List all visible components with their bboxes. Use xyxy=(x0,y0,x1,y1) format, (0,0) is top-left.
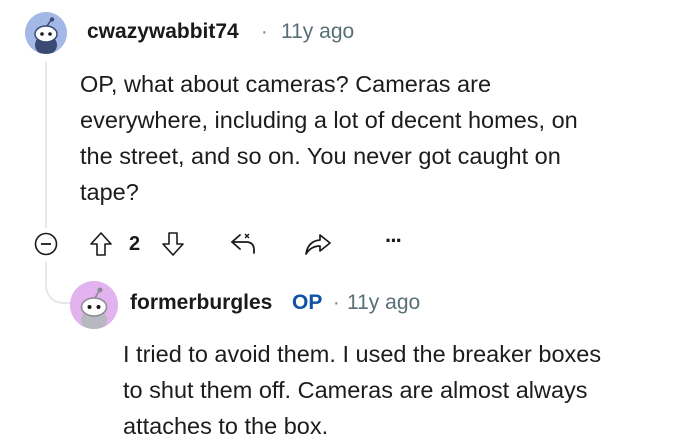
comment-timestamp: 11y ago xyxy=(281,20,355,43)
snoo-avatar-icon xyxy=(70,281,118,329)
share-button[interactable] xyxy=(303,230,333,258)
more-options-button[interactable]: ··· xyxy=(385,228,403,254)
upvote-button[interactable] xyxy=(88,230,114,258)
reply-button[interactable] xyxy=(228,230,258,258)
meta-separator: · xyxy=(261,21,268,43)
reply-arrow-icon xyxy=(231,233,255,254)
op-badge: OP xyxy=(292,291,323,314)
comment-line: everywhere, including a lot of decent ho… xyxy=(80,107,578,133)
comment-body: OP, what about cameras? Cameras are ever… xyxy=(80,66,680,210)
reply-line: to shut them off. Cameras are almost alw… xyxy=(123,377,588,403)
reply-body: I tried to avoid them. I used the breake… xyxy=(123,336,693,444)
collapse-button[interactable] xyxy=(34,232,58,256)
reply-timestamp: 11y ago xyxy=(347,291,421,314)
downvote-button[interactable] xyxy=(160,230,186,258)
vote-count: 2 xyxy=(129,233,141,255)
upvote-arrow-icon xyxy=(90,232,112,256)
collapse-minus-icon xyxy=(34,232,58,256)
comment-line: OP, what about cameras? Cameras are xyxy=(80,71,492,97)
snoo-avatar-icon xyxy=(25,12,67,54)
reply-avatar[interactable] xyxy=(70,281,118,329)
downvote-arrow-icon xyxy=(162,232,184,256)
comment-line: the street, and so on. You never got cau… xyxy=(80,143,561,169)
avatar[interactable] xyxy=(25,12,67,54)
share-arrow-icon xyxy=(305,234,331,255)
thread-line xyxy=(45,62,47,228)
reply-username[interactable]: formerburgles xyxy=(130,291,272,315)
comment-username[interactable]: cwazywabbit74 xyxy=(87,20,239,44)
reply-line: attaches to the box. xyxy=(123,413,329,439)
reply-line: I tried to avoid them. I used the breake… xyxy=(123,341,602,367)
comment-line: tape? xyxy=(80,179,139,205)
meta-separator: · xyxy=(333,292,340,314)
